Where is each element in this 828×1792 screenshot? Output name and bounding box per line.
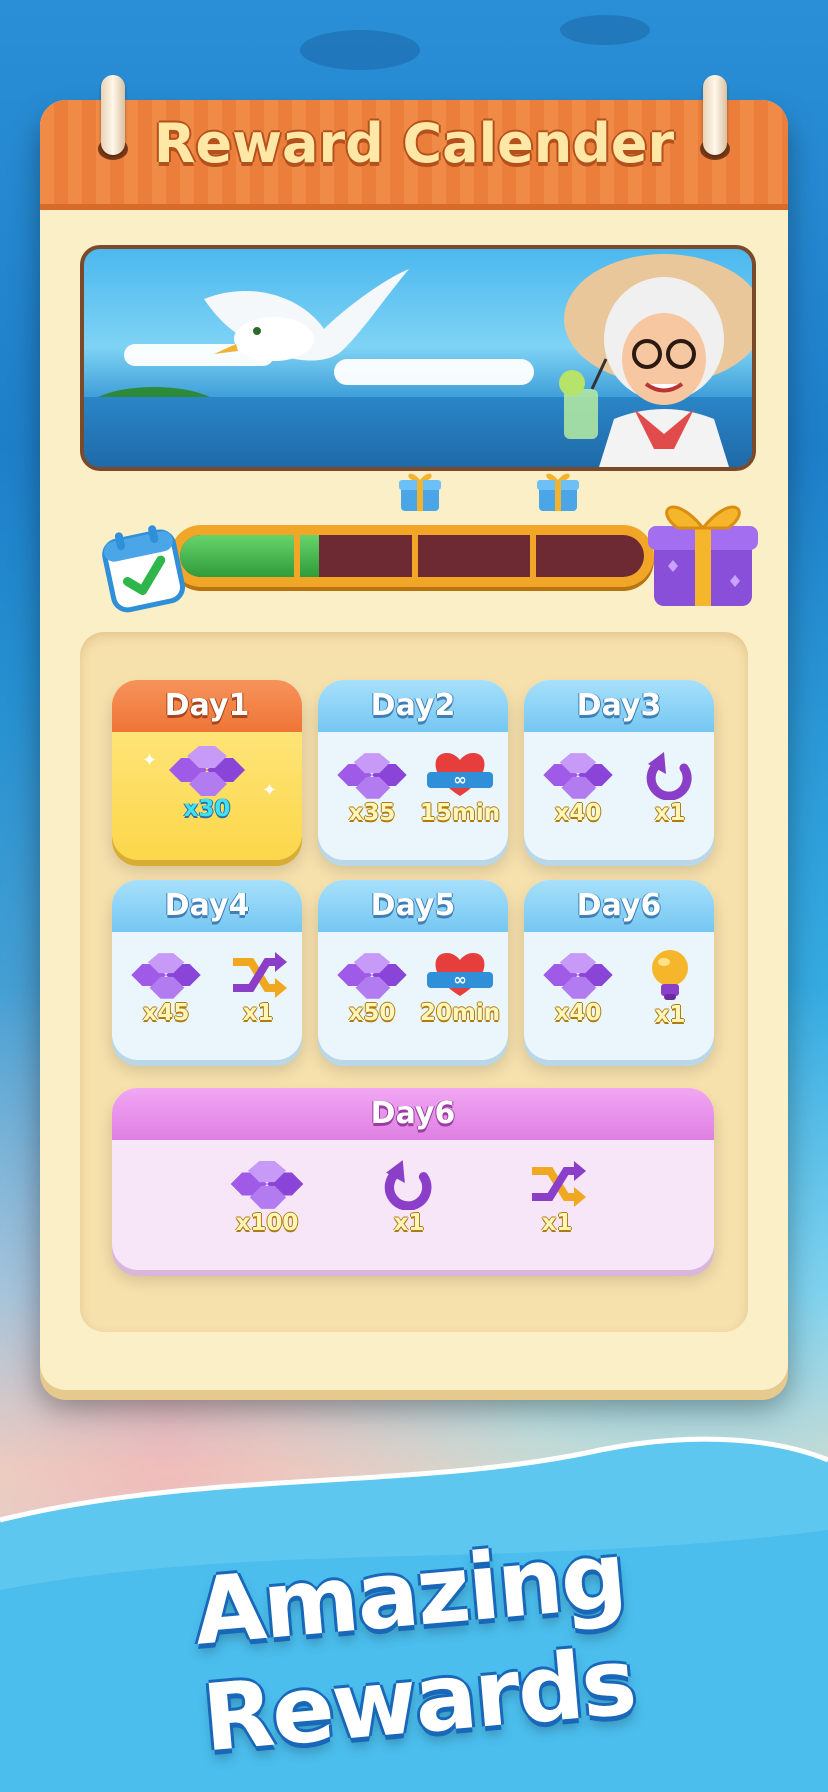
reward-quantity: x40	[554, 1000, 602, 1026]
gem-pile-icon	[131, 953, 201, 999]
reward-quantity: x1	[242, 1000, 274, 1026]
lightbulb-icon	[652, 950, 688, 1000]
infinite-heart-icon: ∞	[427, 953, 493, 996]
reward-quantity: x1	[393, 1210, 425, 1236]
reward-quantity: 20min	[419, 1000, 501, 1026]
reward-item: x1	[636, 948, 704, 1028]
day-label: Day5	[318, 880, 508, 932]
fish-silhouette	[560, 15, 650, 45]
infinite-heart-icon: ∞	[427, 753, 493, 796]
reward-item: x35	[328, 750, 416, 826]
grandma-character	[559, 254, 752, 467]
reward-quantity: x50	[348, 1000, 396, 1026]
milestone-gift-icon	[537, 473, 579, 511]
day-card[interactable]: Day1 ✦ ✦ x30	[112, 680, 302, 860]
gem-pile-icon	[337, 753, 407, 799]
reward-item: ∞ 20min	[416, 948, 504, 1026]
shuffle-icon	[532, 1161, 586, 1207]
reward-item: x1	[522, 1158, 592, 1236]
gem-pile-icon	[543, 953, 613, 999]
gem-pile-icon	[230, 1161, 304, 1209]
day-label: Day6	[112, 1088, 714, 1140]
day-label: Day4	[112, 880, 302, 932]
day-card[interactable]: Day4 x45 x1	[112, 880, 302, 1060]
grand-prize-gift-icon	[648, 505, 758, 606]
reward-quantity: x1	[654, 1002, 686, 1028]
progress-track	[180, 535, 644, 577]
reward-quantity: x100	[235, 1210, 299, 1236]
milestone-gift-icon	[399, 473, 441, 511]
day-card[interactable]: Day6 x40 x1	[524, 880, 714, 1060]
reward-quantity: x45	[142, 1000, 190, 1026]
beach-banner-image	[80, 245, 756, 471]
svg-text:∞: ∞	[453, 970, 466, 989]
reward-quantity: 15min	[419, 800, 501, 826]
reward-quantity: x30	[183, 796, 231, 822]
day-label: Day2	[318, 680, 508, 732]
reward-item: x1	[636, 748, 704, 826]
shuffle-icon	[233, 952, 287, 998]
day-card[interactable]: Day3 x40 x1	[524, 680, 714, 860]
reward-quantity: x1	[541, 1210, 573, 1236]
reward-item: x100	[217, 1158, 317, 1236]
reward-item: x30	[157, 744, 257, 822]
day-card[interactable]: Day5 x50 ∞ 20min	[318, 880, 508, 1060]
reward-item: x40	[534, 750, 622, 826]
day-card[interactable]: Day2 x35 ∞ 15min	[318, 680, 508, 860]
seagull-illustration	[204, 269, 409, 361]
day-label: Day6	[524, 880, 714, 932]
gem-pile-icon	[337, 953, 407, 999]
fish-silhouette	[300, 30, 420, 70]
reward-item: x50	[328, 950, 416, 1026]
reward-item: x45	[122, 950, 210, 1026]
svg-text:∞: ∞	[453, 770, 466, 789]
undo-arrow-icon	[646, 752, 692, 800]
reward-item: x1	[374, 1156, 444, 1236]
reward-item: x1	[224, 950, 292, 1026]
reward-item: ∞ 15min	[416, 748, 504, 826]
page-title: Reward Calender	[153, 112, 675, 175]
reward-item: x40	[534, 950, 622, 1026]
undo-arrow-icon	[384, 1160, 432, 1210]
progress-bar	[170, 525, 654, 587]
day-label: Day3	[524, 680, 714, 732]
reward-quantity: x40	[554, 800, 602, 826]
calendar-check-icon	[102, 525, 186, 613]
day-label: Day1	[112, 680, 302, 732]
gem-pile-icon	[169, 746, 245, 796]
final-day-card[interactable]: Day6 x100 x1 x1	[112, 1088, 714, 1270]
gem-pile-icon	[543, 753, 613, 799]
reward-quantity: x35	[348, 800, 396, 826]
reward-quantity: x1	[654, 800, 686, 826]
